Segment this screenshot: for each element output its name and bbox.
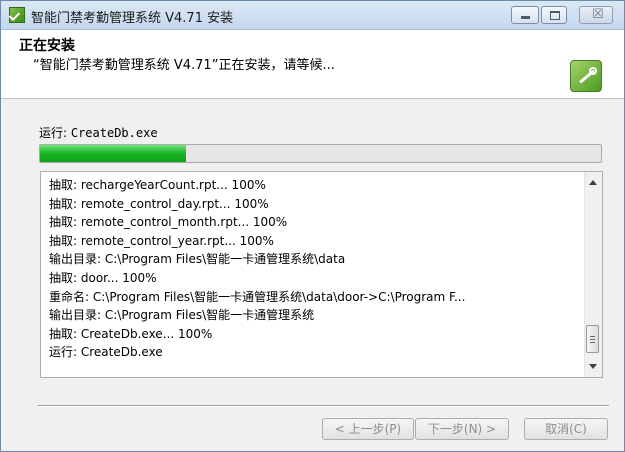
log-line: 抽取: remote_control_day.rpt... 100% xyxy=(49,196,269,211)
grip-line xyxy=(590,339,595,340)
installer-app-icon xyxy=(9,7,25,23)
scroll-thumb[interactable] xyxy=(586,325,599,353)
back-button[interactable]: < 上一步(P) xyxy=(322,418,414,440)
progress-fill xyxy=(40,145,186,162)
cancel-button[interactable]: 取消(C) xyxy=(524,418,608,440)
status-value: CreateDb.exe xyxy=(70,126,158,140)
log-line: 抽取: rechargeYearCount.rpt... 100% xyxy=(49,178,266,192)
close-icon: ☒ xyxy=(592,7,604,22)
footer-divider xyxy=(38,405,609,407)
log-line: 抽取: remote_control_month.rpt... 100% xyxy=(49,215,288,230)
log-line: 重命名: C:\Program Files\智能一卡通管理系统\data\doo… xyxy=(49,289,466,304)
status-line: 运行: CreateDb.exe xyxy=(39,124,158,141)
installer-window: 智能门禁考勤管理系统 V4.71 安装 ☒ 正在安装 “智能门禁考勤管理系统 V… xyxy=(0,0,625,452)
log-lines: 抽取: rechargeYearCount.rpt... 100% 抽取: rem… xyxy=(49,176,579,362)
page-subtitle: “智能门禁考勤管理系统 V4.71”正在安装，请等候... xyxy=(33,58,335,73)
log-line: 抽取: door... 100% xyxy=(49,270,157,285)
log-line: 运行: CreateDb.exe xyxy=(49,345,163,360)
scroll-up-arrow-icon[interactable] xyxy=(589,180,597,185)
install-progress-bar xyxy=(39,144,602,163)
install-log-list[interactable]: 抽取: rechargeYearCount.rpt... 100% 抽取: rem… xyxy=(40,171,603,378)
status-label: 运行: xyxy=(39,126,71,140)
minimize-icon xyxy=(521,16,530,19)
maximize-button[interactable] xyxy=(541,6,567,24)
page-title: 正在安装 xyxy=(19,38,75,54)
close-button[interactable]: ☒ xyxy=(579,6,613,24)
window-title: 智能门禁考勤管理系统 V4.71 安装 xyxy=(31,11,234,26)
log-line: 抽取: CreateDb.exe... 100% xyxy=(49,326,213,341)
grip-line xyxy=(590,342,595,343)
log-line: 输出目录: C:\Program Files\智能一卡通管理系统\data xyxy=(49,252,346,267)
log-line: 抽取: remote_control_year.rpt... 100% xyxy=(49,233,274,248)
next-button[interactable]: 下一步(N) > xyxy=(415,418,509,440)
header-panel: 正在安装 “智能门禁考勤管理系统 V4.71”正在安装，请等候... xyxy=(1,30,624,99)
minimize-button[interactable] xyxy=(511,6,539,24)
maximize-icon xyxy=(550,11,560,20)
grip-line xyxy=(590,336,595,337)
scroll-down-arrow-icon[interactable] xyxy=(589,364,597,369)
title-bar[interactable]: 智能门禁考勤管理系统 V4.71 安装 ☒ xyxy=(1,1,624,30)
installer-wrench-icon xyxy=(570,60,602,92)
log-line: 输出目录: C:\Program Files\智能一卡通管理系统 xyxy=(49,308,315,323)
log-scrollbar[interactable] xyxy=(584,172,602,377)
